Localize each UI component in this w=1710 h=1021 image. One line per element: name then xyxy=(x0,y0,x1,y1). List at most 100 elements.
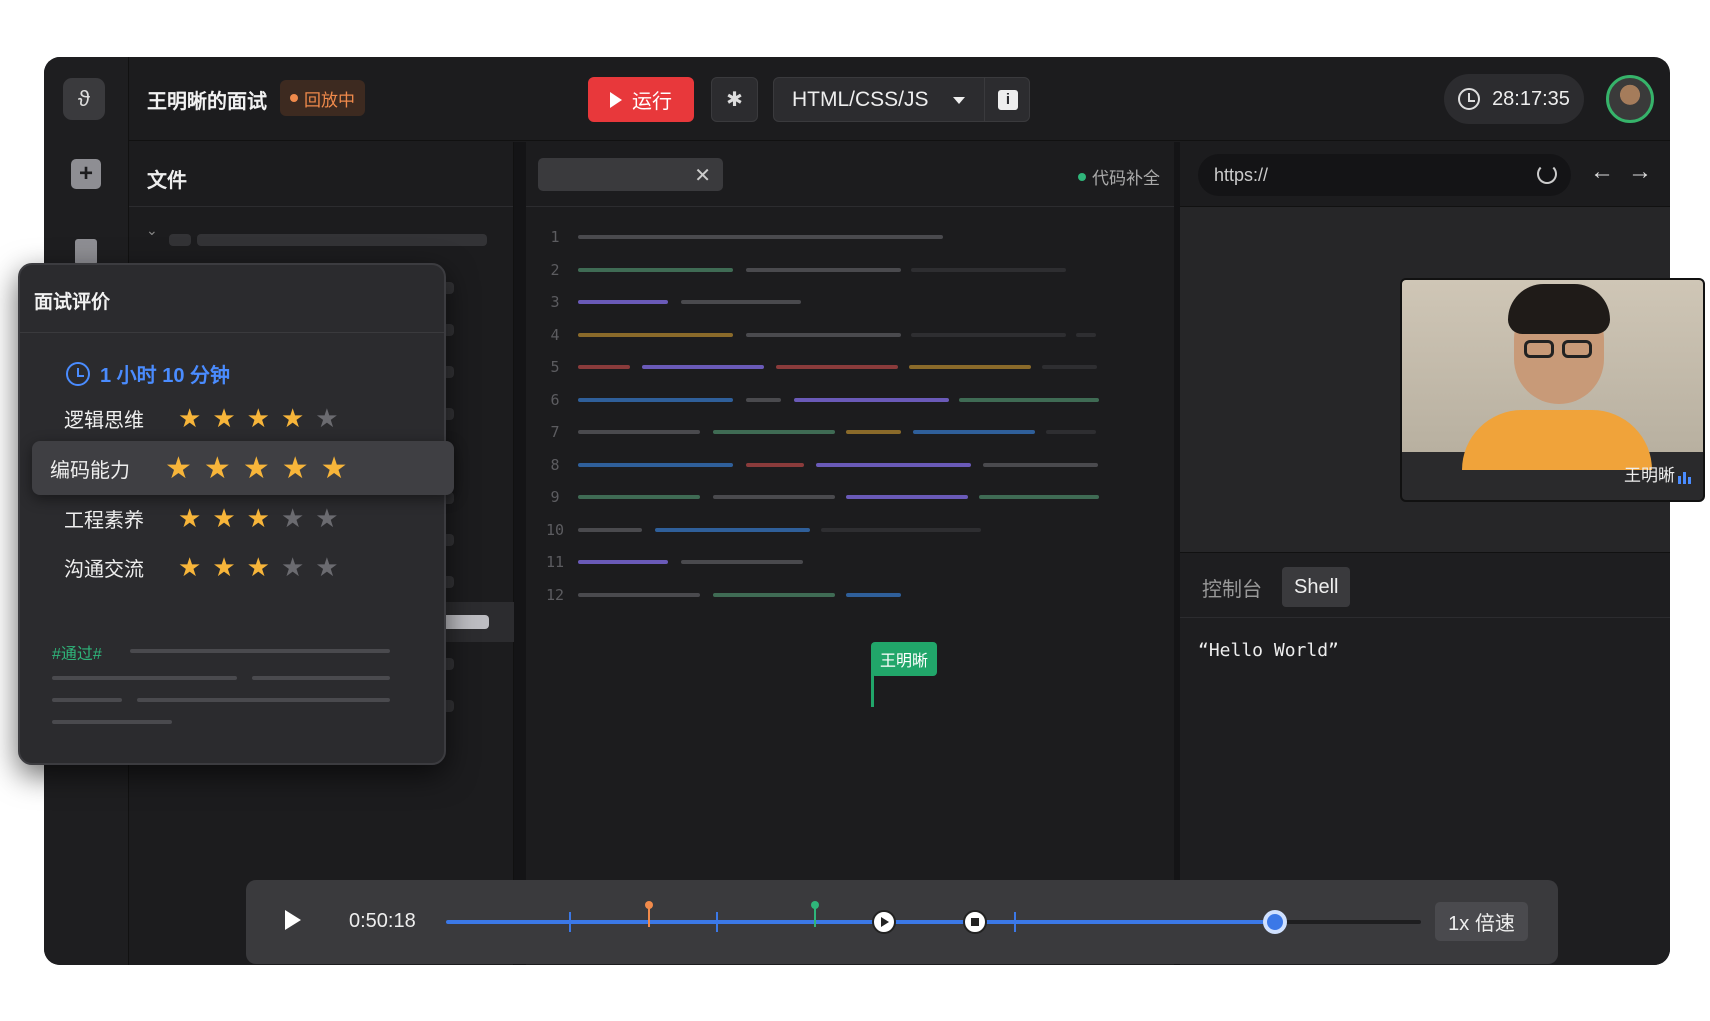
segment-tick xyxy=(716,912,718,932)
star-icon[interactable]: ★ xyxy=(321,451,348,486)
result-tag: #通过# xyxy=(52,646,102,663)
editor-tab[interactable]: ✕ xyxy=(538,158,723,191)
star-icon[interactable]: ★ xyxy=(281,403,304,434)
star-icon[interactable]: ★ xyxy=(315,503,338,534)
playback-time: 0:50:18 xyxy=(349,910,416,932)
avatar[interactable] xyxy=(1606,75,1654,123)
chevron-down-icon[interactable]: ⌄ xyxy=(146,222,158,239)
clock-icon xyxy=(1458,88,1481,110)
star-icon[interactable]: ★ xyxy=(212,403,235,434)
add-file-button[interactable]: + xyxy=(71,159,101,189)
code-token xyxy=(1076,332,1096,337)
star-icon[interactable]: ★ xyxy=(247,503,270,534)
code-token xyxy=(655,527,810,532)
close-icon[interactable]: ✕ xyxy=(694,163,711,188)
star-icon[interactable]: ★ xyxy=(315,403,338,434)
run-button[interactable]: 运行 xyxy=(588,77,694,122)
speed-button[interactable]: 1x 倍速 xyxy=(1435,902,1528,941)
info-button[interactable]: i xyxy=(984,78,1031,121)
file-tree-item[interactable] xyxy=(439,615,489,629)
video-tile[interactable]: 王明晰 xyxy=(1400,278,1705,502)
star-icon[interactable]: ★ xyxy=(165,451,192,486)
code-token xyxy=(578,462,733,467)
code-token xyxy=(1046,430,1096,434)
star-icon[interactable]: ★ xyxy=(282,451,309,486)
caret-down-icon xyxy=(953,97,965,104)
document-icon[interactable] xyxy=(75,239,97,265)
pane-divider[interactable] xyxy=(514,142,526,965)
file-tree-item[interactable] xyxy=(169,234,191,246)
star-icon[interactable]: ★ xyxy=(247,552,270,583)
info-icon: i xyxy=(998,89,1018,110)
comment-line xyxy=(52,676,237,680)
code-token xyxy=(776,365,898,369)
code-token xyxy=(846,592,901,597)
audio-level-icon xyxy=(1678,472,1691,484)
play-icon[interactable] xyxy=(285,910,301,930)
code-token xyxy=(794,397,949,402)
playback-track[interactable] xyxy=(446,901,1421,934)
run-marker-icon[interactable] xyxy=(872,910,896,934)
console-output: “Hello World” xyxy=(1198,640,1339,661)
code-token xyxy=(1042,365,1097,369)
star-icon[interactable]: ★ xyxy=(281,503,304,534)
star-icon[interactable]: ★ xyxy=(247,403,270,434)
evaluation-panel: 面试评价 1 小时 10 分钟 逻辑思维 ★ ★ ★ ★ ★ 编码能力 ★ ★ ★ ★ ★ 工程素养 ★ ★… xyxy=(18,263,454,765)
back-arrow-icon[interactable]: ← xyxy=(1590,158,1614,186)
code-token xyxy=(821,527,981,532)
file-tree-item[interactable] xyxy=(197,234,487,246)
language-select[interactable]: HTML/CSS/JS i xyxy=(773,77,1030,122)
bug-icon: ✱ xyxy=(726,89,743,111)
star-icon[interactable]: ★ xyxy=(281,552,304,583)
star-icon[interactable]: ★ xyxy=(212,503,235,534)
orange-marker-pin[interactable] xyxy=(645,901,653,927)
participant-hair xyxy=(1508,284,1610,334)
code-token xyxy=(713,592,835,597)
autocomplete-label: 代码补全 xyxy=(1092,169,1160,188)
line-number: 3 xyxy=(550,293,560,311)
file-pane-title: 文件 xyxy=(129,142,513,207)
top-bar: 王明晰的面试 回放中 运行 ✱ HTML/CSS/JS i 28:17:35 xyxy=(44,57,1670,141)
code-token xyxy=(578,397,733,402)
editor-header: ✕ 代码补全 xyxy=(526,142,1174,207)
code-token xyxy=(746,397,781,402)
rating-row: 编码能力 ★ ★ ★ ★ ★ xyxy=(32,441,454,495)
code-token xyxy=(746,462,804,467)
line-number: 11 xyxy=(545,553,565,571)
autocomplete-status[interactable]: 代码补全 xyxy=(1078,164,1160,189)
code-token xyxy=(911,267,1066,272)
code-token xyxy=(846,430,901,434)
code-token xyxy=(578,592,700,597)
code-token xyxy=(578,235,943,239)
star-icon[interactable]: ★ xyxy=(178,503,201,534)
code-token xyxy=(578,495,700,499)
code-token xyxy=(578,365,630,369)
star-icon[interactable]: ★ xyxy=(212,552,235,583)
interview-title: 王明晰的面试 xyxy=(147,91,267,113)
tab-shell[interactable]: Shell xyxy=(1282,567,1351,607)
code-token xyxy=(578,560,668,564)
green-marker-pin[interactable] xyxy=(811,901,819,927)
duration-value: 1 小时 10 分钟 xyxy=(100,365,231,387)
star-icon[interactable]: ★ xyxy=(178,403,201,434)
code-token xyxy=(578,267,733,272)
forward-arrow-icon[interactable]: → xyxy=(1628,158,1652,186)
tab-console[interactable]: 控制台 xyxy=(1190,567,1274,607)
url-input[interactable]: https:// xyxy=(1198,154,1571,196)
star-icon[interactable]: ★ xyxy=(243,451,270,486)
rating-label: 沟通交流 xyxy=(64,559,144,581)
code-token xyxy=(642,365,764,369)
debug-button[interactable]: ✱ xyxy=(711,77,758,122)
status-badge: 回放中 xyxy=(280,80,365,116)
comment-line xyxy=(52,720,172,724)
star-icon[interactable]: ★ xyxy=(204,451,231,486)
stop-marker-icon[interactable] xyxy=(963,910,987,934)
playback-knob[interactable] xyxy=(1263,910,1287,934)
refresh-icon[interactable] xyxy=(1537,164,1557,184)
line-number: 12 xyxy=(545,585,565,604)
segment-tick xyxy=(569,912,571,932)
glasses-right xyxy=(1562,340,1592,358)
star-icon[interactable]: ★ xyxy=(178,552,201,583)
star-icon[interactable]: ★ xyxy=(315,552,338,583)
interview-duration: 1 小时 10 分钟 xyxy=(66,359,230,388)
